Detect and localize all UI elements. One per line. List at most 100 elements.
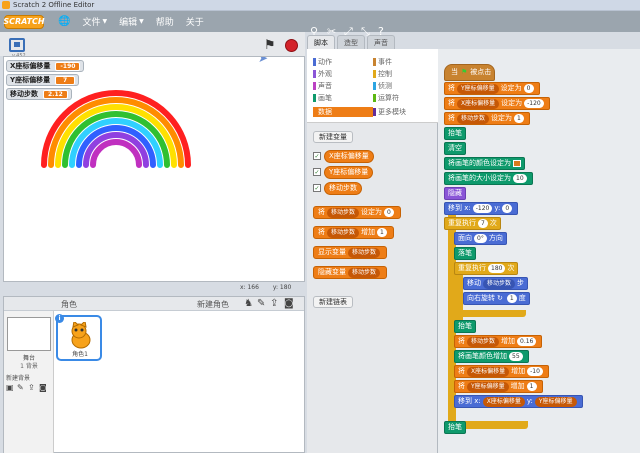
repeat-7-block[interactable]: 重复执行 7 次 (444, 217, 501, 230)
change-y-offset-block[interactable]: 将 Y座标偏移量 增加 1 (454, 380, 543, 393)
variable-dropdown[interactable]: X座标偏移量 (457, 98, 500, 109)
tab-sounds[interactable]: 声音 (367, 35, 395, 49)
change-steps-block[interactable]: 将 移动步数 增加 0.16 (454, 335, 543, 348)
category-motion[interactable]: 动作 (313, 57, 332, 67)
set-pen-size-block[interactable]: 将画笔的大小设定为 10 (444, 172, 533, 185)
value-input[interactable]: 0.16 (517, 337, 537, 346)
variable-reporter[interactable]: Y座标偏移量 (534, 396, 577, 407)
category-pen[interactable]: 画笔 (313, 93, 332, 103)
category-control[interactable]: 控制 (373, 69, 392, 79)
value-input[interactable]: 10 (513, 174, 527, 183)
variable-dropdown[interactable]: 移动步数 (348, 247, 381, 258)
green-flag-icon[interactable]: ⚑ (264, 38, 276, 53)
value-input[interactable]: 1 (514, 114, 524, 123)
y-input[interactable]: 0 (502, 204, 513, 213)
globe-icon[interactable]: 🌐 (58, 16, 70, 27)
var-checkbox[interactable]: ✓ (313, 152, 321, 160)
make-variable-button[interactable]: 新建变量 (313, 131, 353, 143)
change-variable-block[interactable]: 将 移动步数 增加 1 (313, 226, 394, 239)
camera-icon[interactable]: ◙ (284, 298, 294, 309)
when-flag-clicked-block[interactable]: 当 ⚑ 被点击 (444, 64, 496, 81)
value-input[interactable]: 1 (506, 294, 517, 303)
set-y-offset-block[interactable]: 将 Y座标偏移量 设定为 0 (444, 82, 540, 95)
paint-backdrop-icon[interactable]: ✎ (17, 383, 24, 392)
stage-canvas[interactable]: X座标偏移量 -190 Y座标偏移量 7 移动步数 2.12 ➤ (3, 56, 305, 282)
value-input[interactable]: -10 (527, 367, 543, 376)
pen-down-block[interactable]: 落笔 (454, 247, 476, 260)
go-to-xy-block[interactable]: 移到 x: X座标偏移量 y: Y座标偏移量 (454, 395, 583, 408)
variable-dropdown[interactable]: Y座标偏移量 (467, 381, 509, 392)
scripts-area[interactable]: 当 ⚑ 被点击 将 Y座标偏移量 设定为 0 将 X座标偏移量 设定为 -120… (438, 49, 640, 453)
value-input[interactable]: -120 (524, 99, 544, 108)
direction-input[interactable]: 0° (474, 234, 487, 243)
category-events[interactable]: 事件 (373, 57, 392, 67)
var-reporter[interactable]: 移动步数 (324, 182, 362, 195)
pen-up-block[interactable]: 抬笔 (454, 320, 476, 333)
repeat-180-block[interactable]: 重复执行 180 次 (454, 262, 519, 275)
turn-right-block[interactable]: 向右旋转 ↻ 1 度 (463, 292, 530, 305)
value-input[interactable]: 0 (523, 84, 534, 93)
value-input[interactable]: 1 (377, 228, 387, 237)
variable-dropdown[interactable]: X座标偏移量 (467, 366, 510, 377)
show-variable-block[interactable]: 显示变量 移动步数 (313, 246, 388, 259)
camera-icon[interactable]: ◙ (39, 383, 47, 392)
variable-reporter[interactable]: 移动步数 (483, 278, 516, 289)
clear-block[interactable]: 清空 (444, 142, 466, 155)
value-input[interactable]: 7 (478, 219, 488, 228)
set-x-offset-block[interactable]: 将 X座标偏移量 设定为 -120 (444, 97, 550, 110)
info-icon[interactable]: i (55, 314, 64, 323)
value-input[interactable]: 180 (488, 264, 506, 273)
variable-dropdown[interactable]: 移动步数 (457, 113, 490, 124)
stage-thumbnail[interactable] (7, 317, 51, 351)
value-input[interactable]: 55 (509, 352, 523, 361)
category-sensing[interactable]: 侦测 (373, 81, 392, 91)
tab-costumes[interactable]: 造型 (337, 35, 365, 49)
upload-backdrop-icon[interactable]: ⇪ (28, 383, 35, 392)
category-operators[interactable]: 运算符 (373, 93, 399, 103)
variable-dropdown[interactable]: 移动步数 (327, 227, 360, 238)
upload-sprite-icon[interactable]: ⇪ (270, 298, 278, 309)
hide-variable-block[interactable]: 隐藏变量 移动步数 (313, 266, 388, 279)
hide-block[interactable]: 隐藏 (444, 187, 466, 200)
pen-up-block[interactable]: 抬笔 (444, 421, 466, 434)
variable-dropdown[interactable]: Y座标偏移量 (457, 83, 499, 94)
menu-help[interactable]: 帮助 (156, 15, 174, 28)
make-list-button[interactable]: 新建链表 (313, 296, 353, 308)
category-sound[interactable]: 声音 (313, 81, 332, 91)
value-input[interactable]: 1 (526, 382, 537, 391)
backdrop-library-icon[interactable]: ▣ (6, 383, 14, 392)
color-swatch[interactable] (513, 160, 521, 167)
variable-dropdown[interactable]: 移动步数 (348, 267, 381, 278)
sprite-card[interactable]: i 角色1 (55, 314, 102, 361)
menu-edit[interactable]: 编辑 ▼ (119, 15, 144, 28)
fullscreen-button[interactable] (9, 38, 25, 52)
sprite-library-icon[interactable]: ♞ (244, 298, 253, 309)
menu-about[interactable]: 关于 (186, 15, 204, 28)
category-data[interactable]: 数据 (313, 107, 373, 117)
scratch-logo[interactable]: SCRATCH (3, 14, 45, 29)
var-reporter[interactable]: X座标偏移量 (324, 150, 374, 163)
x-input[interactable]: -120 (472, 204, 493, 213)
pen-up-block[interactable]: 抬笔 (444, 127, 466, 140)
tab-scripts[interactable]: 脚本 (307, 35, 335, 49)
value-input[interactable]: 0 (384, 208, 394, 217)
var-checkbox[interactable]: ✓ (313, 168, 321, 176)
set-pen-color-block[interactable]: 将画笔的颜色设定为 (444, 157, 525, 170)
point-direction-block[interactable]: 面向 0° 方向 (454, 232, 507, 245)
category-more-blocks[interactable]: 更多模块 (373, 107, 406, 117)
var-checkbox[interactable]: ✓ (313, 184, 321, 192)
go-to-xy-block[interactable]: 移到 x: -120 y: 0 (444, 202, 519, 215)
move-steps-block[interactable]: 移动 移动步数 步 (463, 277, 529, 290)
var-reporter[interactable]: Y座标偏移量 (324, 166, 374, 179)
variable-dropdown[interactable]: 移动步数 (327, 207, 360, 218)
category-looks[interactable]: 外观 (313, 69, 332, 79)
set-variable-block[interactable]: 将 移动步数 设定为 0 (313, 206, 401, 219)
variable-dropdown[interactable]: 移动步数 (467, 336, 500, 347)
stop-button[interactable] (285, 39, 298, 52)
change-pen-color-block[interactable]: 将画笔颜色增加 55 (454, 350, 529, 363)
set-steps-block[interactable]: 将 移动步数 设定为 1 (444, 112, 530, 125)
variable-reporter[interactable]: X座标偏移量 (482, 396, 525, 407)
paint-sprite-icon[interactable]: ✎ (257, 298, 265, 309)
change-x-offset-block[interactable]: 将 X座标偏移量 增加 -10 (454, 365, 549, 378)
menu-file[interactable]: 文件 ▼ (82, 15, 107, 28)
